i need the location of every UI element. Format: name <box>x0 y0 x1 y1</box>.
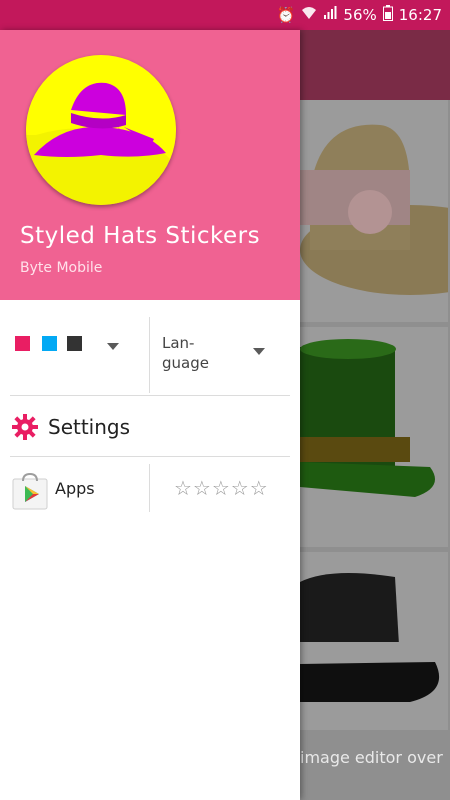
apps-item[interactable]: Apps <box>0 462 148 517</box>
battery-percent: 56% <box>343 6 377 24</box>
alarm-icon: ⏰ <box>276 6 296 24</box>
footer-text: image editor over <box>300 748 443 767</box>
navigation-drawer: Styled Hats Stickers Byte Mobile Lan- gu… <box>0 30 300 800</box>
rating-stars[interactable]: ☆☆☆☆☆ <box>174 476 269 500</box>
green-top-hat-image <box>300 339 435 497</box>
theme-swatch-blue[interactable] <box>42 336 57 351</box>
gear-icon <box>12 414 38 440</box>
app-title: Styled Hats Stickers <box>20 223 261 249</box>
apps-label: Apps <box>55 479 95 498</box>
developer-name: Byte Mobile <box>20 260 103 276</box>
language-label: Lan- guage <box>162 334 209 372</box>
theme-dropdown-chevron-down-icon[interactable] <box>107 343 119 350</box>
theme-swatch-pink[interactable] <box>15 336 30 351</box>
play-store-icon <box>12 472 48 510</box>
language-dropdown[interactable]: Lan- guage <box>162 333 209 373</box>
battery-icon <box>382 5 393 25</box>
divider <box>149 464 150 512</box>
signal-icon <box>323 6 337 24</box>
apps-row: Apps ☆☆☆☆☆ <box>0 462 300 542</box>
language-chevron-down-icon[interactable] <box>253 348 265 355</box>
drawer-header: Styled Hats Stickers Byte Mobile <box>0 30 300 300</box>
theme-swatch-dark[interactable] <box>67 336 82 351</box>
status-bar: ⏰ 56% 16:27 <box>0 0 450 30</box>
clock: 16:27 <box>398 6 442 24</box>
app-toolbar <box>300 30 450 100</box>
divider <box>10 456 290 457</box>
sticker-card-green-top-hat[interactable] <box>300 327 448 547</box>
sticker-card-black-hat[interactable] <box>300 552 448 730</box>
app-logo <box>26 55 176 205</box>
theme-language-row: Lan- guage <box>0 305 300 405</box>
settings-label: Settings <box>48 415 131 439</box>
divider <box>10 395 290 396</box>
black-hat-image <box>300 573 440 702</box>
wifi-icon <box>301 6 317 24</box>
divider <box>149 317 150 393</box>
settings-item[interactable]: Settings <box>0 400 300 455</box>
straw-hat-image <box>300 124 450 295</box>
sticker-card-straw-hat[interactable] <box>300 100 450 322</box>
